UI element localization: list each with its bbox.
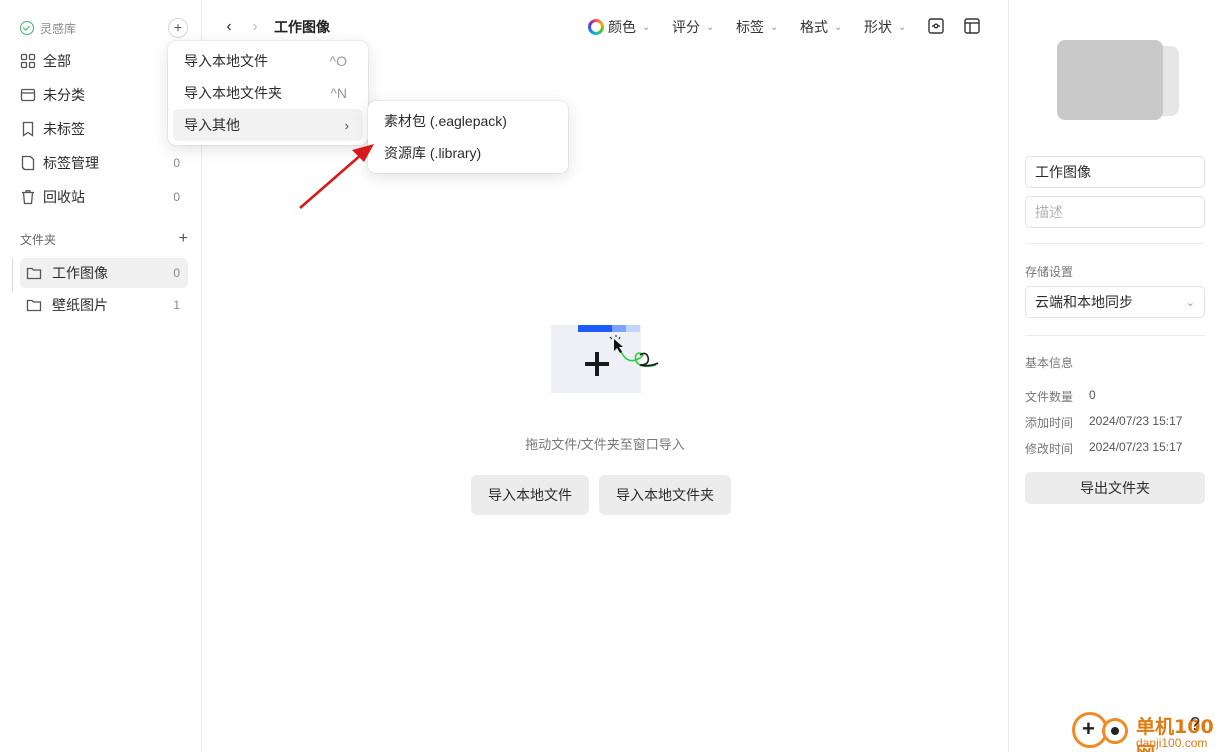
filter-label: 评分: [672, 19, 700, 35]
folder-icon: [26, 265, 42, 281]
info-value: 2024/07/23 15:17: [1089, 414, 1183, 428]
item-count: 0: [173, 156, 180, 170]
watermark-url: danji100.com: [1136, 736, 1208, 750]
chevron-down-icon: ⌄: [1185, 296, 1195, 309]
export-folder-button[interactable]: 导出文件夹: [1025, 472, 1205, 504]
help-icon[interactable]: ?: [1190, 714, 1200, 735]
empty-state-illustration: [551, 325, 659, 393]
add-button[interactable]: +: [168, 18, 188, 38]
menu-item-import-other[interactable]: 导入其他 ›: [173, 109, 363, 141]
forward-button[interactable]: ›: [246, 16, 264, 38]
adjust-icon[interactable]: [927, 17, 945, 35]
filter-label: 形状: [864, 19, 892, 35]
sidebar-item-untagged[interactable]: 未标签: [12, 114, 188, 144]
description-field[interactable]: 描述: [1025, 196, 1205, 228]
import-other-submenu: 素材包 (.eaglepack) 资源库 (.library): [368, 101, 568, 173]
bookmark-icon: [20, 121, 36, 137]
library-switcher[interactable]: 灵感库 +: [20, 18, 188, 38]
menu-item-label: 资源库 (.library): [384, 145, 482, 161]
library-name: 灵感库: [40, 21, 77, 36]
divider: [1025, 335, 1205, 336]
tree-guide-line: [12, 258, 13, 292]
add-folder-button[interactable]: +: [179, 230, 188, 248]
info-value: 2024/07/23 15:17: [1089, 440, 1183, 454]
info-value: 0: [1089, 388, 1096, 402]
menu-item-label: 导入本地文件夹: [184, 85, 282, 101]
info-key: 添加时间: [1025, 416, 1074, 430]
sidebar-item-label: 标签管理: [43, 155, 99, 171]
chevron-down-icon: ⌄: [770, 21, 779, 33]
chevron-down-icon: ⌄: [834, 21, 843, 33]
menu-item-label: 导入本地文件: [184, 53, 268, 69]
folder-item[interactable]: 壁纸图片 1: [20, 290, 188, 320]
tag-icon: [20, 155, 36, 171]
menu-item-label: 素材包 (.eaglepack): [384, 113, 507, 129]
sidebar-item-tag-management[interactable]: 标签管理 0: [12, 148, 188, 178]
shortcut-label: ^N: [330, 85, 347, 101]
grid-icon: [20, 53, 36, 69]
sidebar-item-label: 未标签: [43, 121, 85, 137]
folder-count: 0: [173, 266, 180, 280]
filter-label: 标签: [736, 19, 764, 35]
chevron-down-icon: ⌄: [706, 21, 715, 33]
item-count: 0: [173, 190, 180, 204]
import-menu: 导入本地文件 ^O 导入本地文件夹 ^N 导入其他 ›: [168, 41, 368, 145]
sidebar-item-all[interactable]: 全部: [12, 46, 188, 76]
menu-item-eaglepack[interactable]: 素材包 (.eaglepack): [373, 105, 563, 137]
info-key: 修改时间: [1025, 442, 1074, 456]
folder-thumbnail: [1057, 40, 1163, 120]
folder-name-field[interactable]: 工作图像: [1025, 156, 1205, 188]
filter-tags[interactable]: 标签 ⌄: [736, 17, 778, 37]
menu-item-import-file[interactable]: 导入本地文件 ^O: [173, 45, 363, 77]
folders-header: 文件夹 +: [20, 229, 188, 249]
info-key: 文件数量: [1025, 390, 1074, 404]
folder-label: 壁纸图片: [52, 297, 108, 313]
filter-rating[interactable]: 评分 ⌄: [672, 17, 714, 37]
storage-label: 存储设置: [1025, 265, 1074, 279]
folders-title: 文件夹: [20, 232, 57, 247]
filter-label: 格式: [800, 19, 828, 35]
chevron-right-icon: ›: [344, 117, 349, 133]
folder-label: 工作图像: [52, 265, 108, 281]
filter-label: 颜色: [608, 19, 636, 35]
menu-item-label: 导入其他: [184, 117, 240, 133]
inbox-icon: [20, 87, 36, 103]
sidebar-item-trash[interactable]: 回收站 0: [12, 182, 188, 212]
layout-panel-icon[interactable]: [963, 17, 981, 35]
folder-count: 1: [173, 298, 180, 312]
page-title: 工作图像: [274, 19, 330, 35]
sidebar-item-label: 全部: [43, 53, 71, 69]
menu-item-import-folder[interactable]: 导入本地文件夹 ^N: [173, 77, 363, 109]
storage-select[interactable]: 云端和本地同步 ⌄: [1025, 286, 1205, 318]
divider: [1025, 243, 1205, 244]
folder-item[interactable]: 工作图像 0: [20, 258, 188, 288]
sidebar-item-uncategorized[interactable]: 未分类: [12, 80, 188, 110]
drop-hint: 拖动文件/文件夹至窗口导入: [525, 437, 685, 452]
chevron-down-icon: ⌄: [898, 21, 907, 33]
check-circle-icon: [20, 21, 34, 35]
annotation-arrow-icon: [299, 144, 374, 209]
folder-icon: [26, 297, 42, 313]
filter-shape[interactable]: 形状 ⌄: [864, 17, 906, 37]
import-file-button[interactable]: 导入本地文件: [471, 475, 589, 515]
import-folder-button[interactable]: 导入本地文件夹: [599, 475, 731, 515]
sidebar-item-label: 回收站: [43, 189, 85, 205]
info-title: 基本信息: [1025, 356, 1074, 370]
storage-value: 云端和本地同步: [1035, 294, 1133, 310]
chevron-down-icon: ⌄: [642, 21, 651, 33]
shortcut-label: ^O: [329, 53, 347, 69]
menu-item-library[interactable]: 资源库 (.library): [373, 137, 563, 169]
sidebar-item-label: 未分类: [43, 87, 85, 103]
filter-color[interactable]: 颜色 ⌄: [588, 17, 650, 37]
inspector-panel: 工作图像 描述 存储设置 云端和本地同步 ⌄ 基本信息 文件数量 0 添加时间 …: [1008, 0, 1220, 752]
trash-icon: [20, 189, 36, 205]
watermark-eye-icon: [1102, 718, 1128, 744]
filter-format[interactable]: 格式 ⌄: [800, 17, 842, 37]
back-button[interactable]: ‹: [220, 16, 238, 38]
color-wheel-icon: [588, 19, 604, 35]
